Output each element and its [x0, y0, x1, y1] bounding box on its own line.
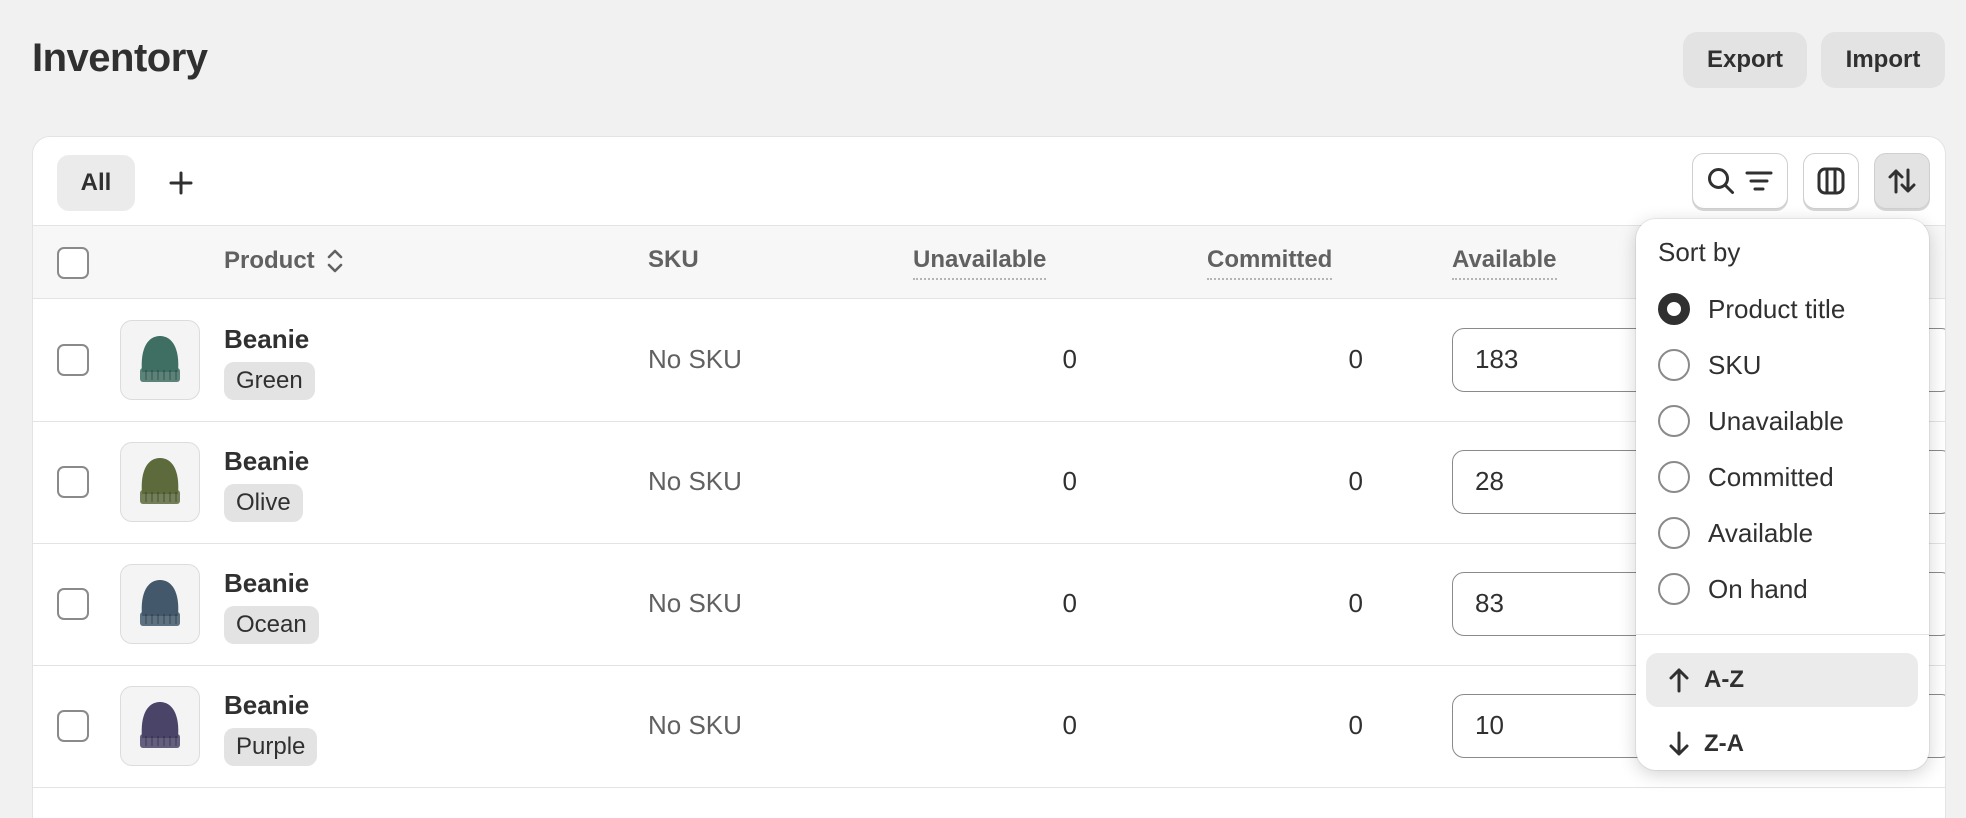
product-thumbnail: [120, 442, 200, 522]
beanie-crown: [141, 458, 179, 494]
arrow-up-icon: [1669, 668, 1689, 693]
sort-option-label: Unavailable: [1708, 405, 1844, 436]
row-checkbox[interactable]: [57, 466, 89, 498]
sort-option[interactable]: Unavailable: [1658, 401, 1844, 441]
committed-value: 0: [1348, 344, 1363, 374]
product-thumbnail: [120, 320, 200, 400]
radio-button[interactable]: [1658, 573, 1690, 605]
export-button[interactable]: Export: [1683, 32, 1807, 88]
add-view-button[interactable]: [159, 161, 203, 205]
import-button[interactable]: Import: [1821, 32, 1945, 88]
unavailable-value: 0: [1062, 466, 1077, 496]
sort-option[interactable]: Available: [1658, 513, 1813, 553]
variant-badge: Green: [224, 362, 315, 400]
column-product-label: Product: [224, 247, 315, 274]
sort-descending-option[interactable]: Z-A: [1646, 717, 1918, 771]
arrow-down-icon: [1669, 731, 1689, 756]
sort-option-label: Committed: [1708, 461, 1834, 492]
committed-value: 0: [1348, 466, 1363, 496]
sort-popover: Sort by Product title SKU Unavailable Co…: [1636, 219, 1929, 770]
product-name[interactable]: Beanie: [224, 690, 309, 721]
product-name[interactable]: Beanie: [224, 324, 309, 355]
search-filter-button[interactable]: [1692, 153, 1788, 209]
sort-option-label: On hand: [1708, 573, 1808, 604]
sort-option[interactable]: SKU: [1658, 345, 1761, 385]
sku-value: No SKU: [648, 588, 742, 618]
unavailable-value: 0: [1062, 588, 1077, 618]
beanie-crown: [141, 580, 179, 616]
product-thumbnail: [120, 686, 200, 766]
available-input[interactable]: 10: [1452, 694, 1652, 758]
column-header-sku: SKU: [648, 246, 699, 273]
columns-icon: [1817, 167, 1845, 195]
sort-option-label: Available: [1708, 517, 1814, 548]
radio-button[interactable]: [1658, 517, 1690, 549]
page-title: Inventory: [32, 36, 208, 80]
sort-option[interactable]: Product title: [1658, 289, 1845, 329]
committed-value: 0: [1348, 710, 1363, 740]
columns-button[interactable]: [1803, 153, 1859, 209]
sku-value: No SKU: [648, 710, 742, 740]
sort-arrows-icon: [1888, 168, 1916, 194]
sort-button[interactable]: [1874, 153, 1930, 209]
variant-badge: Purple: [224, 728, 318, 766]
sort-option-label: SKU: [1708, 349, 1762, 380]
column-header-available[interactable]: Available: [1452, 246, 1557, 280]
product-thumbnail: [120, 564, 200, 644]
column-header-committed[interactable]: Committed: [1207, 246, 1333, 280]
row-checkbox[interactable]: [57, 344, 89, 376]
plus-icon: [169, 171, 193, 195]
filter-icon: [1745, 171, 1773, 191]
sort-popover-title: Sort by: [1658, 237, 1741, 267]
sort-option[interactable]: On hand: [1658, 569, 1808, 609]
beanie-image: [140, 336, 180, 382]
row-checkbox[interactable]: [57, 588, 89, 620]
sort-chevron-icon: [327, 249, 342, 273]
unavailable-value: 0: [1062, 710, 1077, 740]
committed-value: 0: [1348, 588, 1363, 618]
sort-option[interactable]: Committed: [1658, 457, 1834, 497]
radio-button[interactable]: [1658, 461, 1690, 493]
sku-value: No SKU: [648, 466, 742, 496]
radio-button[interactable]: [1658, 293, 1690, 325]
column-header-product[interactable]: Product: [224, 246, 345, 276]
row-checkbox[interactable]: [57, 710, 89, 742]
beanie-image: [140, 580, 180, 626]
beanie-crown: [141, 336, 179, 372]
sku-value: No SKU: [648, 344, 742, 374]
divider: [1636, 634, 1929, 635]
product-name[interactable]: Beanie: [224, 446, 309, 477]
available-input[interactable]: 28: [1452, 450, 1652, 514]
unavailable-value: 0: [1062, 344, 1077, 374]
tab-all[interactable]: All: [57, 155, 135, 211]
variant-badge: Ocean: [224, 606, 319, 644]
available-input[interactable]: 83: [1452, 572, 1652, 636]
beanie-image: [140, 702, 180, 748]
sort-option-label: Product title: [1708, 293, 1846, 324]
radio-button[interactable]: [1658, 405, 1690, 437]
select-all-checkbox[interactable]: [57, 247, 89, 279]
sort-ascending-label: A-Z: [1704, 666, 1744, 693]
variant-badge: Olive: [224, 484, 303, 522]
available-input[interactable]: 183: [1452, 328, 1652, 392]
product-name[interactable]: Beanie: [224, 568, 309, 599]
sort-ascending-option[interactable]: A-Z: [1646, 653, 1918, 707]
radio-button[interactable]: [1658, 349, 1690, 381]
column-header-unavailable[interactable]: Unavailable: [913, 246, 1047, 280]
beanie-image: [140, 458, 180, 504]
search-icon: [1708, 168, 1734, 194]
beanie-crown: [141, 702, 179, 738]
sort-descending-label: Z-A: [1704, 730, 1744, 757]
